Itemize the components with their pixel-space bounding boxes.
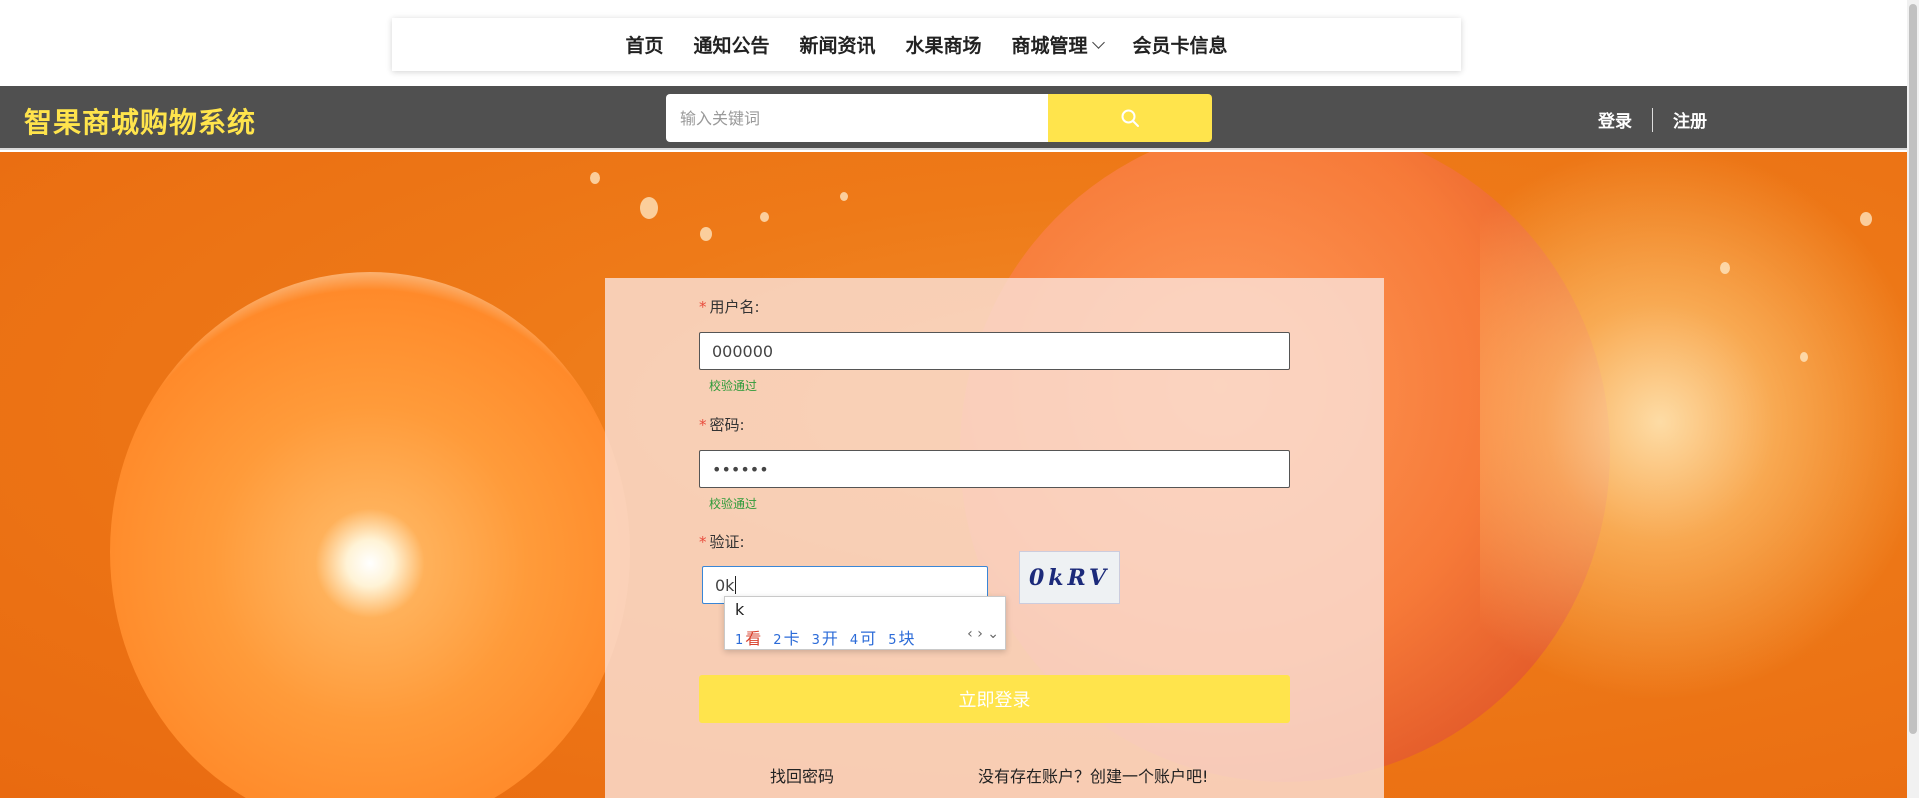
required-asterisk: * (699, 416, 707, 434)
ime-candidate-window: k 1看 2卡 3开 4可 5块 ‹ › ⌄ (724, 596, 1006, 650)
droplet (760, 212, 769, 222)
search-icon (1121, 109, 1139, 127)
nav-label: 会员卡信息 (1132, 35, 1228, 57)
droplet (640, 197, 658, 219)
ime-page-arrows[interactable]: ‹ › ⌄ (967, 626, 999, 642)
droplet (1720, 262, 1730, 274)
text-caret (735, 576, 737, 594)
nav-label: 首页 (625, 35, 664, 57)
brand-title: 智果商城购物系统 (24, 106, 257, 139)
username-label: * 用户名: (699, 296, 760, 317)
login-submit-button[interactable]: 立即登录 (699, 675, 1290, 723)
ime-candidate-number: 5 (888, 633, 897, 648)
ime-candidate-number: 3 (811, 633, 820, 648)
nav-label: 商城管理 (1011, 35, 1088, 57)
droplet (1800, 352, 1808, 362)
nav-item-member-card[interactable]: 会员卡信息 (1133, 31, 1228, 58)
nav-item-home[interactable]: 首页 (625, 31, 663, 58)
create-account-link[interactable]: 没有存在账户？创建一个账户吧! (978, 763, 1208, 787)
ime-candidate-number: 2 (773, 633, 782, 648)
ime-candidates: 1看 2卡 3开 4可 5块 (735, 625, 914, 649)
nav-label: 水果商场 (905, 35, 982, 57)
droplet (840, 192, 848, 201)
scrollbar-thumb[interactable] (1909, 4, 1917, 734)
auth-divider (1652, 107, 1653, 132)
password-field[interactable]: •••••• (699, 450, 1290, 488)
droplet (1860, 212, 1872, 226)
captcha-label: * 验证: (699, 531, 745, 552)
required-asterisk: * (699, 298, 707, 316)
ime-composition: k (735, 600, 745, 619)
top-nav-area: 首页 通知公告 新闻资讯 水果商场 商城管理 会员卡信息 (0, 0, 1919, 86)
label-text: 用户名: (709, 298, 760, 316)
nav-item-notices[interactable]: 通知公告 (693, 31, 769, 58)
login-link[interactable]: 登录 (1598, 107, 1632, 132)
chevron-down-icon (1091, 35, 1105, 49)
username-value: 000000 (712, 341, 774, 361)
nav-label: 新闻资讯 (799, 35, 876, 57)
password-label: * 密码: (699, 414, 745, 435)
password-status: 校验通过 (709, 497, 758, 511)
nav-item-fruit-market[interactable]: 水果商场 (906, 31, 982, 58)
register-link[interactable]: 注册 (1673, 107, 1707, 132)
search-button[interactable] (1048, 94, 1212, 142)
ime-candidate[interactable]: 1看 (735, 625, 761, 649)
top-nav: 首页 通知公告 新闻资讯 水果商场 商城管理 会员卡信息 (392, 18, 1461, 71)
orange-slice-image (110, 272, 630, 798)
ime-candidate[interactable]: 4可 (850, 625, 876, 649)
ime-candidate-word: 块 (898, 629, 915, 648)
droplet (700, 227, 712, 241)
ime-candidate[interactable]: 5块 (888, 625, 914, 649)
search-input[interactable] (666, 94, 1048, 142)
ime-candidate-word: 看 (745, 629, 762, 648)
ime-candidate-word: 可 (860, 629, 877, 648)
ime-candidate[interactable]: 2卡 (773, 625, 799, 649)
droplet (590, 172, 600, 184)
ime-candidate-word: 开 (821, 629, 838, 648)
password-value: •••••• (712, 459, 769, 479)
captcha-value: 0k (715, 575, 735, 595)
username-status: 校验通过 (709, 379, 758, 393)
ime-candidate-word: 卡 (783, 629, 800, 648)
username-field[interactable]: 000000 (699, 332, 1290, 370)
page-scrollbar[interactable] (1907, 0, 1919, 798)
label-text: 验证: (709, 533, 745, 551)
label-text: 密码: (709, 416, 745, 434)
captcha-image[interactable]: 0kRV (1019, 551, 1120, 604)
auth-links: 登录 注册 (1598, 107, 1707, 132)
nav-item-mall-management[interactable]: 商城管理 (1011, 31, 1105, 58)
nav-item-news[interactable]: 新闻资讯 (799, 31, 875, 58)
ime-candidate-number: 1 (735, 633, 744, 648)
juice-splash-image (1480, 152, 1919, 702)
ime-candidate[interactable]: 3开 (812, 625, 838, 649)
header-bar: 智果商城购物系统 登录 注册 (0, 86, 1919, 150)
ime-candidate-number: 4 (849, 633, 859, 648)
forgot-password-link[interactable]: 找回密码 (770, 763, 834, 787)
nav-label: 通知公告 (693, 35, 770, 57)
required-asterisk: * (699, 533, 707, 551)
